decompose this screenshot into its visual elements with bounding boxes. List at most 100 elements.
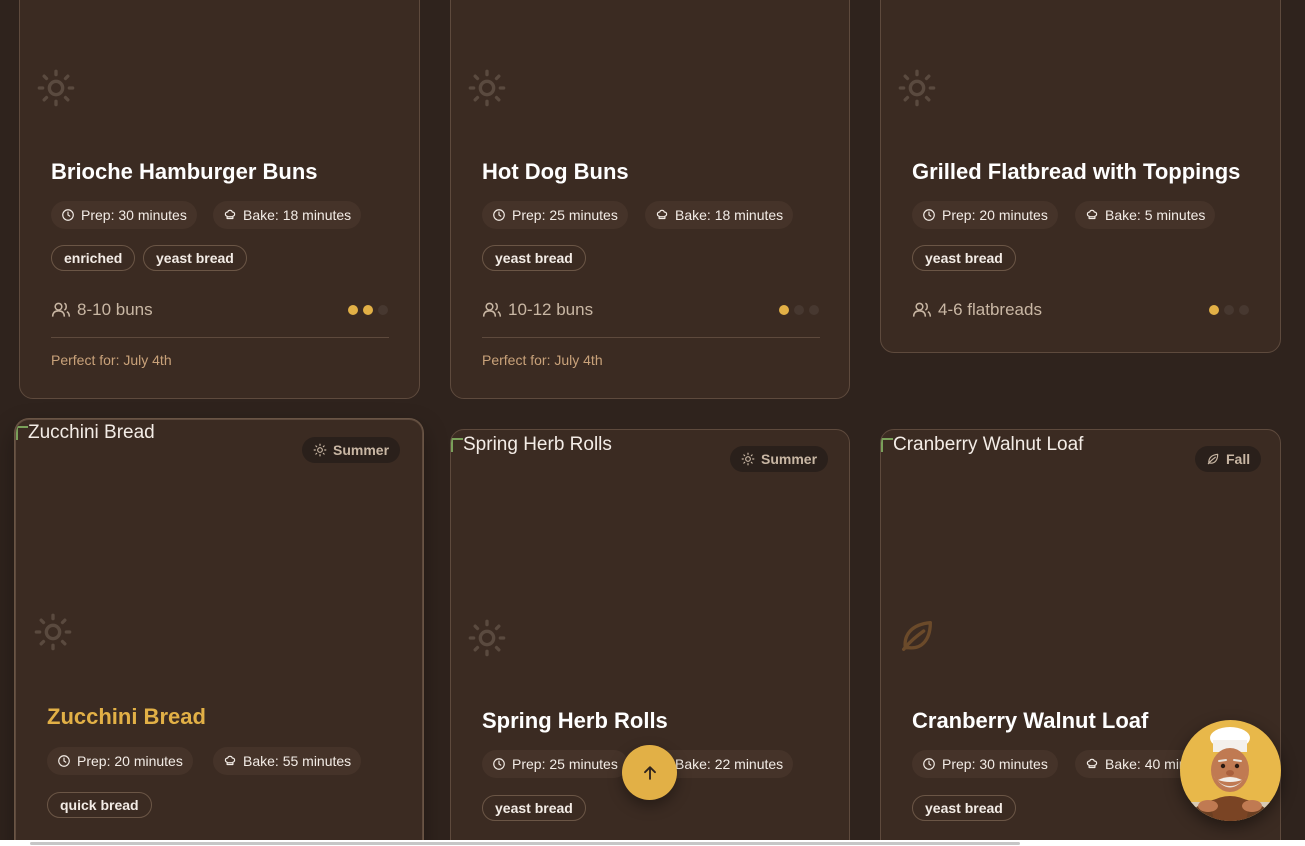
arrow-up-icon (643, 765, 656, 780)
prep-time: Prep: 25 minutes (482, 750, 628, 778)
bake-time: Bake: 18 minutes (645, 201, 794, 229)
season-badge: Summer (730, 446, 829, 472)
chef-avatar-icon (1180, 727, 1281, 821)
prep-time-text: Prep: 30 minutes (942, 756, 1048, 772)
recipe-image: Cranberry Walnut Loaf (881, 434, 1083, 456)
bake-time-text: Bake: 22 minutes (675, 756, 784, 772)
scrollbar-thumb[interactable] (30, 842, 1020, 845)
difficulty-indicator (779, 305, 819, 315)
recipe-title: Brioche Hamburger Buns (51, 159, 318, 184)
leaf-icon (1206, 452, 1220, 466)
tag[interactable]: quick bread (47, 792, 152, 818)
difficulty-indicator (1209, 305, 1249, 315)
users-icon (482, 300, 502, 320)
servings: 10-12 buns (482, 300, 593, 320)
difficulty-dot (779, 305, 789, 315)
prep-time-text: Prep: 30 minutes (81, 207, 187, 223)
clock-icon (61, 208, 75, 222)
clock-icon (922, 757, 936, 771)
users-icon (51, 300, 71, 320)
recipe-title: Grilled Flatbread with Toppings (912, 159, 1241, 184)
image-alt-text: Zucchini Bread (28, 422, 155, 443)
broken-image-icon (881, 438, 893, 452)
chef-hat-icon (223, 208, 237, 222)
prep-time: Prep: 20 minutes (47, 747, 193, 775)
servings-text: 10-12 buns (508, 300, 594, 319)
difficulty-dot (809, 305, 819, 315)
tag[interactable]: enriched (51, 245, 136, 271)
recipe-card[interactable]: Zucchini Bread Summer Zucchini Bread Pre… (15, 419, 423, 846)
bake-time-text: Bake: 18 minutes (243, 207, 352, 223)
bake-time-text: Bake: 18 minutes (675, 207, 784, 223)
image-alt-text: Spring Herb Rolls (463, 434, 612, 455)
broken-image-icon (16, 426, 28, 440)
recipe-card[interactable]: Grilled Flatbread with Toppings Prep: 20… (880, 0, 1281, 353)
recipe-title: Spring Herb Rolls (482, 708, 668, 733)
clock-icon (57, 754, 71, 768)
servings: 4-6 flatbreads (912, 300, 1042, 320)
prep-time: Prep: 30 minutes (51, 201, 197, 229)
season-label: Summer (333, 442, 390, 458)
difficulty-dot (348, 305, 358, 315)
prep-time-text: Prep: 20 minutes (77, 753, 183, 769)
tag[interactable]: yeast bread (912, 245, 1016, 271)
season-label: Summer (761, 451, 818, 467)
broken-image-icon (451, 438, 463, 452)
sun-icon (467, 618, 507, 658)
chef-hat-icon (1085, 208, 1099, 222)
tag[interactable]: yeast bread (912, 795, 1016, 821)
clock-icon (492, 757, 506, 771)
recipe-image: Zucchini Bread (16, 422, 155, 444)
prep-time-text: Prep: 25 minutes (512, 756, 618, 772)
chef-assistant-button[interactable] (1180, 720, 1281, 821)
recipe-image: Spring Herb Rolls (451, 434, 612, 456)
bake-time-text: Bake: 5 minutes (1105, 207, 1206, 223)
scroll-to-top-button[interactable] (622, 745, 677, 800)
recipe-title: Hot Dog Buns (482, 159, 629, 184)
difficulty-dot (1209, 305, 1219, 315)
servings: 8-10 buns (51, 300, 153, 320)
servings-text: 8-10 buns (77, 300, 153, 319)
horizontal-scrollbar[interactable] (0, 840, 1305, 846)
chef-hat-icon (223, 754, 237, 768)
clock-icon (922, 208, 936, 222)
servings-text: 4-6 flatbreads (938, 300, 1042, 319)
recipe-title: Cranberry Walnut Loaf (912, 708, 1149, 733)
bake-time: Bake: 55 minutes (213, 747, 362, 775)
difficulty-dot (378, 305, 388, 315)
bake-time-text: Bake: 55 minutes (243, 753, 352, 769)
image-alt-text: Cranberry Walnut Loaf (893, 434, 1084, 455)
sun-icon (897, 68, 937, 108)
divider (482, 337, 820, 338)
season-label: Fall (1226, 451, 1251, 467)
difficulty-dot (1224, 305, 1234, 315)
difficulty-dot (363, 305, 373, 315)
chef-hat-icon (655, 208, 669, 222)
sun-icon (313, 443, 327, 457)
prep-time-text: Prep: 25 minutes (512, 207, 618, 223)
recipe-card[interactable]: Brioche Hamburger Buns Prep: 30 minutes … (19, 0, 420, 399)
difficulty-indicator (348, 305, 388, 315)
occasion-text: Perfect for: July 4th (51, 352, 172, 368)
sun-icon (36, 68, 76, 108)
leaf-icon (897, 616, 937, 656)
recipe-card[interactable]: Hot Dog Buns Prep: 25 minutes Bake: 18 m… (450, 0, 850, 399)
tag[interactable]: yeast bread (143, 245, 247, 271)
tag[interactable]: yeast bread (482, 245, 586, 271)
difficulty-dot (794, 305, 804, 315)
difficulty-dot (1239, 305, 1249, 315)
divider (51, 337, 389, 338)
sun-icon (741, 452, 755, 466)
prep-time-text: Prep: 20 minutes (942, 207, 1048, 223)
sun-icon (467, 68, 507, 108)
tag[interactable]: yeast bread (482, 795, 586, 821)
recipe-title: Zucchini Bread (47, 704, 206, 729)
occasion-text: Perfect for: July 4th (482, 352, 603, 368)
clock-icon (492, 208, 506, 222)
bake-time: Bake: 18 minutes (213, 201, 362, 229)
season-badge: Summer (302, 437, 401, 463)
sun-icon (33, 612, 73, 652)
season-badge: Fall (1195, 446, 1262, 472)
prep-time: Prep: 25 minutes (482, 201, 628, 229)
users-icon (912, 300, 932, 320)
